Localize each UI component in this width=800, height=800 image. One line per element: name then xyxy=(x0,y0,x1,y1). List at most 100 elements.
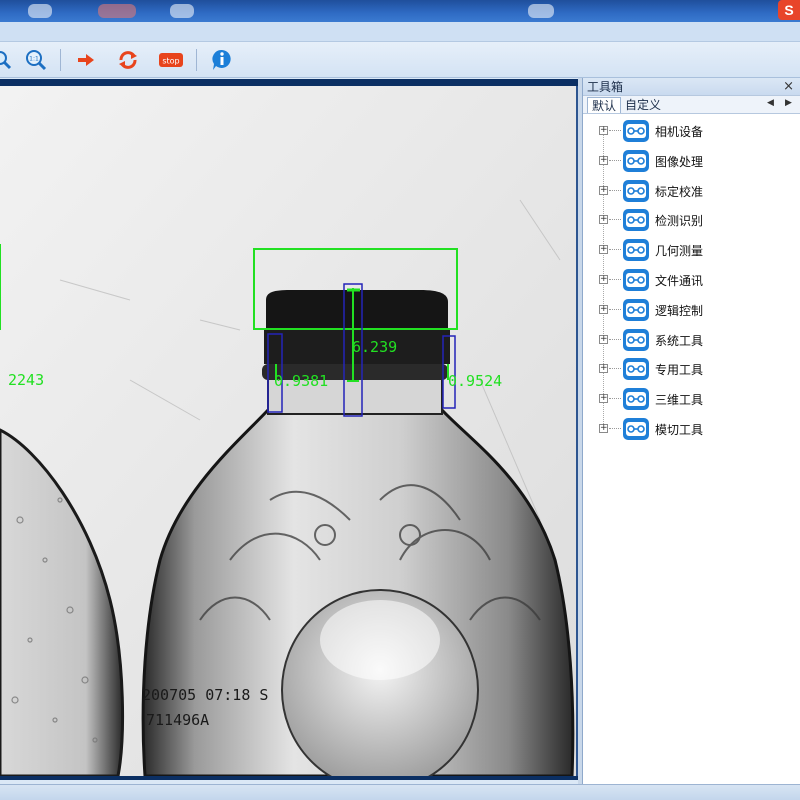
image-viewport[interactable]: 200705 07:18 S 711496A 2243 6.239 0.9381… xyxy=(0,86,578,776)
tree-connector xyxy=(609,308,621,310)
zoom-in-button[interactable] xyxy=(0,48,14,72)
tool-category-item-7[interactable]: + 逻辑控制 xyxy=(583,297,800,323)
tree-connector xyxy=(609,428,621,429)
expand-icon[interactable]: + xyxy=(599,424,608,433)
toolbox-icon xyxy=(623,179,649,202)
tool-category-item-10[interactable]: + 三维工具 xyxy=(583,386,800,412)
tool-category-item-6[interactable]: + 文件通讯 xyxy=(583,267,800,293)
expand-icon[interactable]: + xyxy=(599,364,608,374)
camera-image: 200705 07:18 S 711496A 2243 6.239 0.9381… xyxy=(0,86,576,776)
expand-icon[interactable]: + xyxy=(599,155,608,165)
toolbox-icon xyxy=(623,358,649,381)
tool-category-label: 文件通讯 xyxy=(655,274,704,288)
toolbox-icon xyxy=(623,328,649,351)
ime-logo-icon: S xyxy=(778,0,800,20)
tool-category-item-9[interactable]: + 专用工具 xyxy=(583,356,800,382)
tree-connector xyxy=(609,249,621,251)
toolbox-icon xyxy=(623,209,649,232)
tree-connector xyxy=(609,368,621,370)
tool-category-label: 相机设备 xyxy=(655,125,704,139)
title-strip: S xyxy=(0,0,800,22)
viewport-border xyxy=(0,79,578,86)
desktop-icon xyxy=(170,4,194,18)
zoom-fit-icon: 1:1 xyxy=(26,50,47,71)
tool-category-item-8[interactable]: + 系统工具 xyxy=(583,327,800,353)
tool-category-label: 逻辑控制 xyxy=(655,303,704,318)
stop-button[interactable]: stop xyxy=(158,48,184,72)
expand-icon[interactable]: + xyxy=(599,275,608,284)
desktop-icon xyxy=(28,4,52,18)
tool-category-item-2[interactable]: + 图像处理 xyxy=(583,148,800,174)
bottle-print-line2: 711496A xyxy=(146,711,209,729)
tab-default[interactable]: 默认 xyxy=(587,97,622,113)
svg-text:1:1: 1:1 xyxy=(29,56,39,63)
expand-icon[interactable]: + xyxy=(599,304,608,314)
left-measure-value: 2243 xyxy=(8,371,44,389)
menu-bar xyxy=(0,22,800,42)
tool-category-item-1[interactable]: + 相机设备 xyxy=(583,118,800,144)
toolbox-icon xyxy=(623,149,649,172)
tool-category-item-5[interactable]: + 几何测量 xyxy=(583,237,800,263)
info-button[interactable] xyxy=(210,48,234,72)
tool-category-label: 几何测量 xyxy=(655,244,704,259)
desktop-icon xyxy=(98,4,136,18)
tool-category-item-11[interactable]: + 模切工具 xyxy=(583,416,800,442)
expand-icon[interactable]: + xyxy=(599,215,608,225)
stop-icon: stop xyxy=(159,53,183,67)
toolbox-icon xyxy=(623,120,649,142)
run-loop-icon xyxy=(119,51,137,69)
tool-category-label: 专用工具 xyxy=(655,363,704,378)
expand-icon[interactable]: + xyxy=(599,245,608,255)
zoom-in-icon xyxy=(0,51,12,70)
tool-category-label: 模切工具 xyxy=(655,423,704,437)
right-gap-value: 0.9524 xyxy=(448,372,502,390)
tool-category-label: 图像处理 xyxy=(655,154,704,169)
info-icon xyxy=(212,49,231,70)
height-measure-value: 6.239 xyxy=(352,338,397,356)
toolbox-tabs: 默认 自定义 ◀ ▶ xyxy=(583,96,800,114)
bottle-print-line1: 200705 07:18 S xyxy=(142,686,268,704)
tree-connector xyxy=(609,189,621,191)
expand-icon[interactable]: + xyxy=(599,394,608,404)
viewport-border xyxy=(0,776,578,780)
toolbox-icon xyxy=(623,269,649,291)
tool-category-item-3[interactable]: + 标定校准 xyxy=(583,178,800,204)
toolbox-icon xyxy=(623,388,649,411)
run-once-icon xyxy=(78,54,94,66)
tree-connector xyxy=(609,130,621,131)
app-window: S 1:1 stop 200705 07:18 S 711496A 2243 6… xyxy=(0,0,800,800)
toolbox-icon xyxy=(623,418,649,440)
toolbox-title: 工具箱 xyxy=(587,80,624,94)
tab-scroll-right-icon[interactable]: ▶ xyxy=(785,98,792,108)
expand-icon[interactable]: + xyxy=(599,185,608,195)
run-once-button[interactable] xyxy=(74,48,98,72)
toolbox-icon xyxy=(623,239,649,262)
tree-connector xyxy=(609,219,621,221)
tool-category-label: 系统工具 xyxy=(655,333,704,348)
tool-category-label: 三维工具 xyxy=(655,393,704,408)
tree-connector xyxy=(609,338,621,340)
tree-connector xyxy=(609,159,621,161)
close-icon[interactable]: × xyxy=(783,78,794,96)
left-gap-value: 0.9381 xyxy=(274,372,328,390)
tree-connector xyxy=(609,398,621,400)
toolbar-separator xyxy=(196,49,197,71)
toolbox-header: 工具箱 × xyxy=(583,78,800,96)
toolbox-panel: 工具箱 × 默认 自定义 ◀ ▶ + 相机设备 + 图像处理 + 标定校准 + … xyxy=(582,78,800,784)
tool-category-label: 检测识别 xyxy=(655,214,704,229)
zoom-fit-button[interactable]: 1:1 xyxy=(24,48,48,72)
expand-icon[interactable]: + xyxy=(599,126,608,135)
tool-category-item-4[interactable]: + 检测识别 xyxy=(583,207,800,233)
tab-custom[interactable]: 自定义 xyxy=(621,97,665,113)
toolbox-icon xyxy=(623,298,649,321)
status-bar xyxy=(0,784,800,800)
desktop-icon xyxy=(528,4,554,18)
tool-category-label: 标定校准 xyxy=(655,184,704,199)
run-loop-button[interactable] xyxy=(116,48,140,72)
tree-connector xyxy=(609,279,621,280)
toolbar: 1:1 stop xyxy=(0,42,800,78)
svg-text:stop: stop xyxy=(162,57,179,66)
toolbar-separator xyxy=(60,49,61,71)
tab-scroll-left-icon[interactable]: ◀ xyxy=(767,98,774,108)
expand-icon[interactable]: + xyxy=(599,334,608,344)
